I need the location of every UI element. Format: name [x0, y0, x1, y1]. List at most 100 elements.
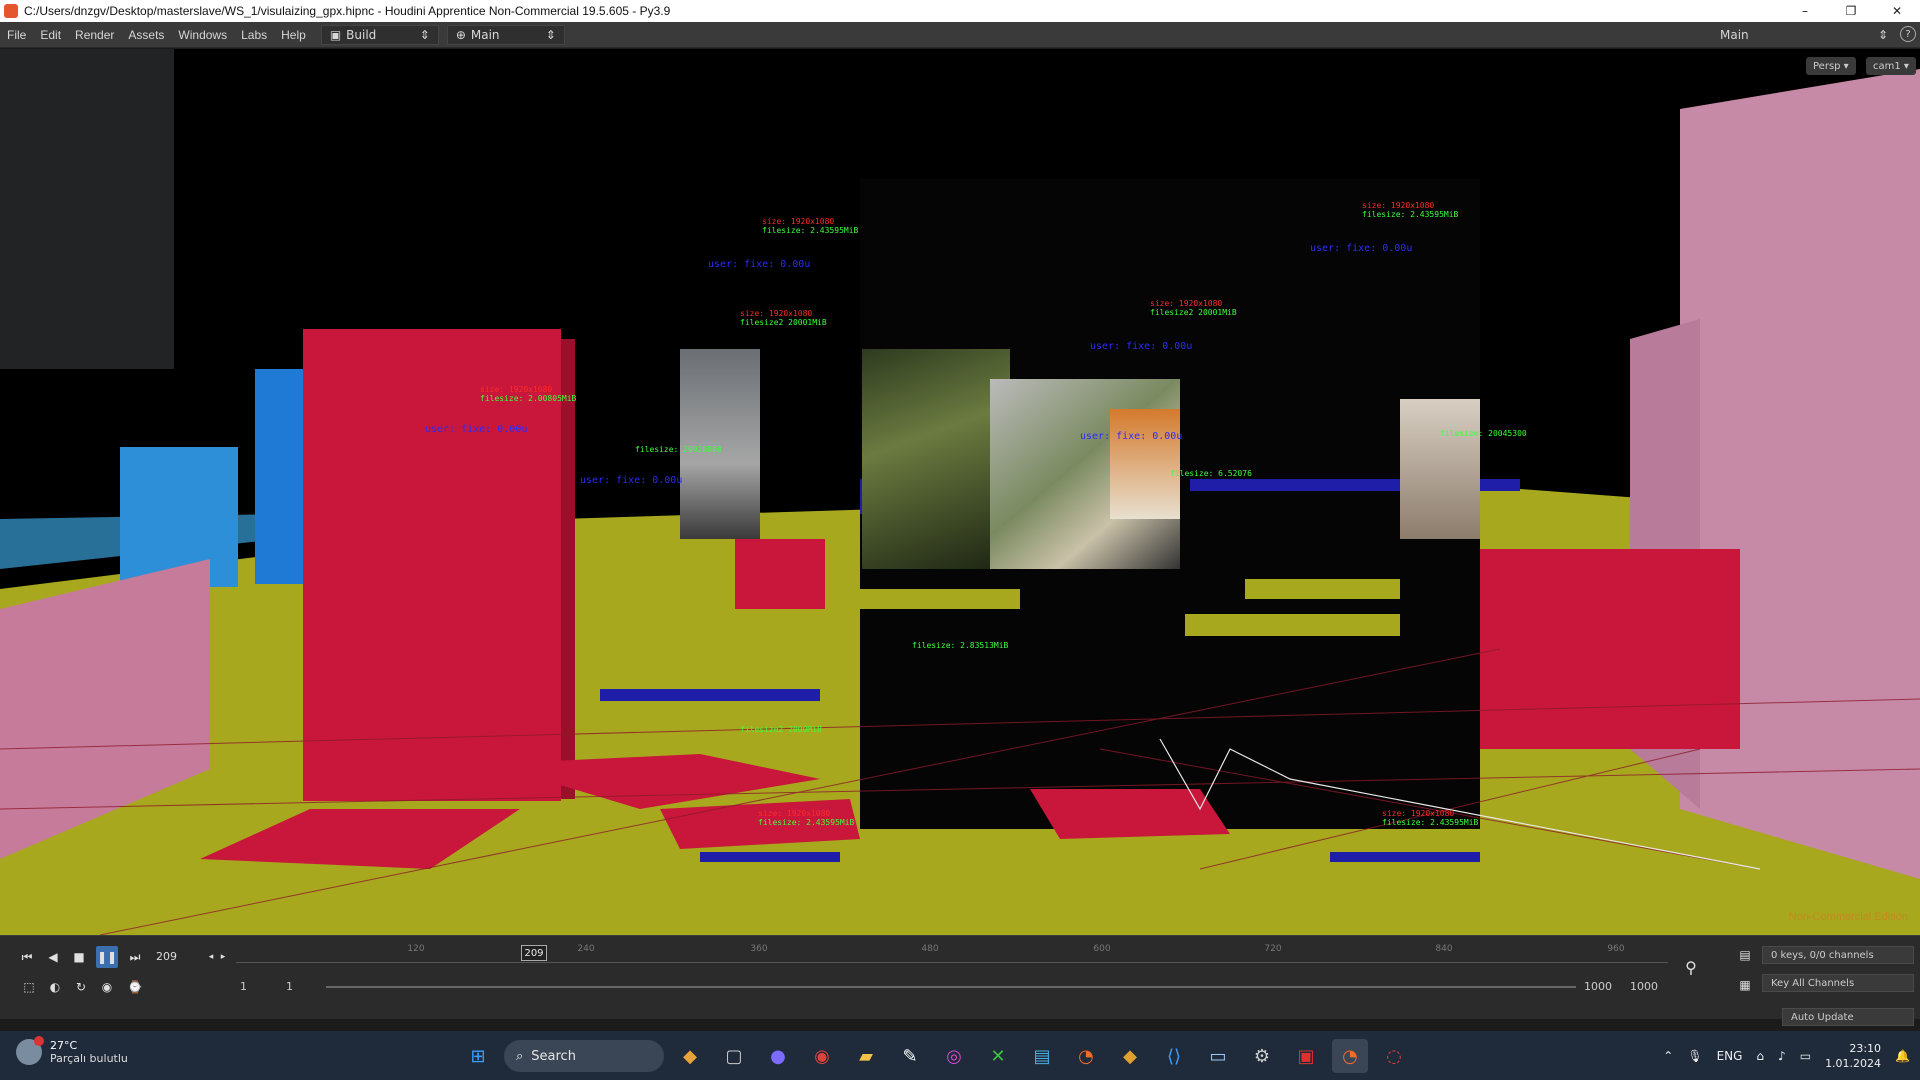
- play-reverse-button[interactable]: ◀: [42, 946, 64, 968]
- persp-camera-button[interactable]: Persp ▾: [1806, 57, 1856, 75]
- crosshair-icon: ⊕: [455, 27, 466, 42]
- image-label: filesize: 2.83513MiB: [912, 641, 1009, 650]
- jump-end-button[interactable]: ⏭: [124, 946, 146, 968]
- widgets-icon[interactable]: ◆: [672, 1039, 708, 1073]
- yellow-bar: [590, 614, 850, 632]
- auto-update-button[interactable]: Auto Update: [1782, 1008, 1914, 1026]
- range-start[interactable]: 1: [240, 980, 247, 993]
- pdf-icon[interactable]: ▣: [1288, 1039, 1324, 1073]
- search-icon: ⌕: [516, 1048, 524, 1064]
- menu-file[interactable]: File: [0, 28, 33, 42]
- yellow-bar: [860, 589, 1020, 609]
- loop-icon[interactable]: ↻: [70, 976, 92, 998]
- current-frame-field[interactable]: 209: [152, 948, 200, 966]
- red-box-small: [735, 539, 825, 609]
- magnifier-icon[interactable]: ⚲: [1680, 956, 1702, 978]
- desktop-selector[interactable]: ▣ Build ⇕: [320, 24, 439, 45]
- weather-widget[interactable]: 27°C Parçalı bulutlu: [16, 1036, 128, 1065]
- clock[interactable]: 23:10 1.01.2024: [1825, 1041, 1881, 1071]
- language-indicator[interactable]: ENG: [1717, 1049, 1743, 1063]
- keys-icon[interactable]: ▦: [1734, 974, 1756, 996]
- pause-button[interactable]: ❚❚: [96, 946, 118, 968]
- keyframe-icon[interactable]: ⬚: [18, 976, 40, 998]
- chrome-icon[interactable]: ◉: [804, 1039, 840, 1073]
- realtime-icon[interactable]: ◉: [96, 976, 118, 998]
- menu-edit[interactable]: Edit: [33, 28, 68, 42]
- jump-start-button[interactable]: ⏮: [16, 946, 38, 968]
- app-icon[interactable]: ✎: [892, 1039, 928, 1073]
- xbox-icon[interactable]: ✕: [980, 1039, 1016, 1073]
- vscode-icon[interactable]: ⟨⟩: [1156, 1039, 1192, 1073]
- pane-label: Main: [470, 27, 500, 42]
- taskbar-apps: ⊞ ⌕ Search ◆ ▢ ● ◉ ▰ ✎ ◎ ✕ ▤ ◔ ◆ ⟨⟩ ▭ ⚙ …: [460, 1039, 1412, 1073]
- tick-label: 120: [407, 944, 425, 954]
- cam-select-button[interactable]: cam1 ▾: [1866, 57, 1916, 75]
- image-label: filesize: 20928008: [635, 445, 722, 454]
- menu-help[interactable]: Help: [274, 28, 313, 42]
- chevron-updown-icon: ⇕: [1877, 28, 1888, 42]
- minimize-button[interactable]: –: [1782, 0, 1828, 22]
- system-tray: ⌃ 🎙 ENG ⌂ ♪ ▭ 23:10 1.01.2024 🔔: [1663, 1031, 1910, 1080]
- stop-button[interactable]: ■: [68, 946, 90, 968]
- app-icon[interactable]: ◎: [936, 1039, 972, 1073]
- right-pane-selector[interactable]: Main ⇕: [1714, 25, 1894, 45]
- current-frame-marker[interactable]: 209: [521, 945, 547, 961]
- clock-date: 1.01.2024: [1825, 1056, 1882, 1070]
- task-view-icon[interactable]: ▢: [716, 1039, 752, 1073]
- maximize-button[interactable]: ❐: [1828, 0, 1874, 22]
- git-icon[interactable]: ◆: [1112, 1039, 1148, 1073]
- image-label: size: 1920x1080 filesize: 2.43595MiB: [1382, 809, 1479, 827]
- chat-icon[interactable]: ●: [760, 1039, 796, 1073]
- pane-selector[interactable]: ⊕ Main ⇕: [446, 24, 565, 45]
- chevron-up-icon[interactable]: ⌃: [1663, 1049, 1673, 1063]
- channels-icon[interactable]: ▤: [1734, 944, 1756, 966]
- tick-label: 600: [1093, 944, 1111, 954]
- range-start-2[interactable]: 1: [286, 980, 293, 993]
- range-row: ⬚ ◐ ↻ ◉ ⌚ 1 1 1000 1000: [0, 976, 1700, 998]
- audio-icon[interactable]: ◐: [44, 976, 66, 998]
- step-forward-icon[interactable]: ▸: [212, 946, 234, 968]
- timeline-slider[interactable]: 120 240 360 480 600 720 840 960 209: [236, 944, 1668, 972]
- windows-start-icon[interactable]: ⊞: [460, 1039, 496, 1073]
- houdini-icon[interactable]: ◔: [1068, 1039, 1104, 1073]
- settings-icon[interactable]: ⚙: [1244, 1039, 1280, 1073]
- notification-icon[interactable]: 🔔: [1895, 1049, 1910, 1063]
- tick-label: 240: [577, 944, 595, 954]
- close-button[interactable]: ✕: [1874, 0, 1920, 22]
- chevron-updown-icon: ⇕: [545, 27, 556, 42]
- file-explorer-icon[interactable]: ▰: [848, 1039, 884, 1073]
- notepad-icon[interactable]: ▤: [1024, 1039, 1060, 1073]
- menu-windows[interactable]: Windows: [171, 28, 234, 42]
- red-building-side: [561, 339, 575, 799]
- volume-icon[interactable]: ♪: [1778, 1049, 1786, 1063]
- keys-info-button[interactable]: 0 keys, 0/0 channels: [1762, 946, 1914, 964]
- menu-labs[interactable]: Labs: [234, 28, 274, 42]
- image-label: size: 1920x1080 filesize: 2.00805MiB: [480, 385, 577, 403]
- photo-thumbnail: [680, 349, 760, 539]
- tick-label: 720: [1264, 944, 1282, 954]
- microphone-icon[interactable]: 🎙: [1687, 1049, 1702, 1063]
- app-icon[interactable]: ◌: [1376, 1039, 1412, 1073]
- taskbar-search[interactable]: ⌕ Search: [504, 1040, 664, 1072]
- title-bar: C:/Users/dnzgv/Desktop/masterslave/WS_1/…: [0, 0, 1920, 22]
- scene-viewport[interactable]: size: 1920x1080 filesize: 2.43595MiB size…: [0, 49, 1920, 935]
- houdini-icon[interactable]: ◔: [1332, 1039, 1368, 1073]
- key-all-channels-button[interactable]: Key All Channels: [1762, 974, 1914, 992]
- range-end-2[interactable]: 1000: [1630, 980, 1658, 993]
- blue-building: [255, 369, 307, 584]
- range-slider[interactable]: [326, 986, 1576, 988]
- fps-icon[interactable]: ⌚: [124, 976, 146, 998]
- range-end[interactable]: 1000: [1584, 980, 1612, 993]
- red-slab: [1030, 789, 1230, 839]
- app-icon[interactable]: ▭: [1200, 1039, 1236, 1073]
- battery-icon[interactable]: ▭: [1800, 1049, 1811, 1063]
- blue-label: user: fixe: 0.00u: [580, 475, 683, 486]
- menu-render[interactable]: Render: [68, 28, 121, 42]
- photo-thumbnail: [862, 349, 1010, 569]
- network-icon[interactable]: ⌂: [1756, 1049, 1764, 1063]
- image-label: size: 1920x1080 filesize: 2.43595MiB: [758, 809, 855, 827]
- menu-assets[interactable]: Assets: [121, 28, 171, 42]
- window-controls: – ❐ ✕: [1782, 0, 1920, 22]
- yellow-bar: [1185, 614, 1400, 636]
- help-button[interactable]: ?: [1900, 26, 1916, 42]
